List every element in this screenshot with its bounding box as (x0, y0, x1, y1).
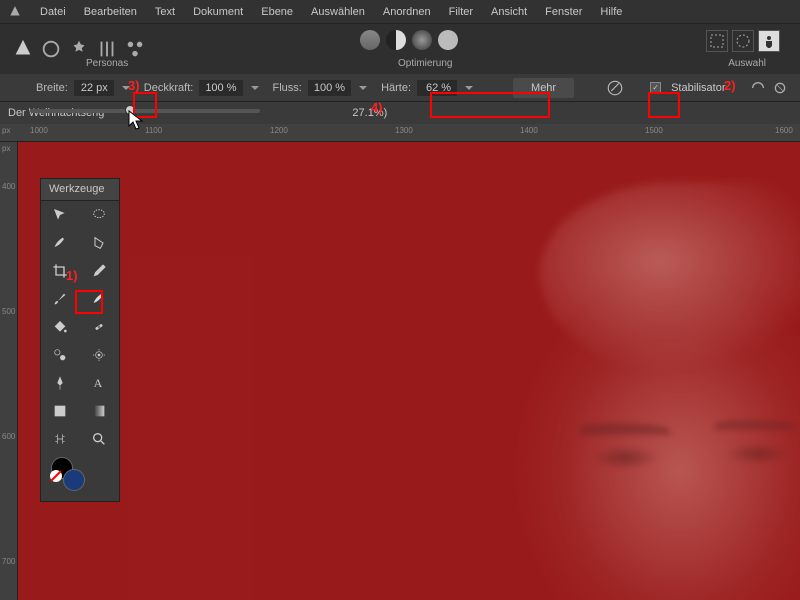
persona-liquify-icon[interactable] (40, 38, 62, 60)
view-tool-icon[interactable] (41, 425, 79, 453)
menu-ansicht[interactable]: Ansicht (491, 6, 527, 18)
menu-bar: Datei Bearbeiten Text Dokument Ebene Aus… (0, 0, 800, 24)
selection-marquee-icon[interactable] (706, 30, 728, 52)
document-zoom: 27.1%) (352, 107, 387, 119)
app-logo-icon (8, 5, 22, 19)
auswahl-section-label: Auswahl (728, 58, 766, 69)
persona-toolbar: Personas Optimierung Auswahl (0, 24, 800, 74)
mehr-button[interactable]: Mehr (513, 78, 574, 98)
persona-photo-icon[interactable] (12, 38, 34, 60)
deckkraft-dropdown-icon[interactable] (251, 86, 259, 90)
text-tool-icon[interactable]: A (80, 369, 118, 397)
opt-icon-4[interactable] (438, 30, 458, 50)
heal-brush-tool-icon[interactable] (80, 313, 118, 341)
tools-panel-header[interactable]: Werkzeuge (41, 179, 119, 201)
menu-auswaehlen[interactable]: Auswählen (311, 6, 365, 18)
clone-tool-icon[interactable] (41, 341, 79, 369)
selection-brush-tool-icon[interactable] (41, 229, 79, 257)
shape-tool-icon[interactable] (41, 397, 79, 425)
menu-ebene[interactable]: Ebene (261, 6, 293, 18)
fill-tool-icon[interactable] (41, 313, 79, 341)
crop-tool-icon[interactable] (41, 257, 79, 285)
breite-value[interactable]: 22 px (74, 80, 114, 96)
breite-dropdown-icon[interactable] (122, 86, 130, 90)
rope-stabilizer-icon[interactable] (750, 80, 766, 96)
menu-datei[interactable]: Datei (40, 6, 66, 18)
window-stabilizer-icon[interactable] (772, 80, 788, 96)
menu-text[interactable]: Text (155, 6, 175, 18)
deckkraft-value[interactable]: 100 % (199, 80, 242, 96)
menu-dokument[interactable]: Dokument (193, 6, 243, 18)
ruler-horizontal: px 1000 1100 1200 1300 1400 1500 1600 (0, 124, 800, 142)
opt-icon-2[interactable] (386, 30, 406, 50)
gradient-tool-icon[interactable] (80, 397, 118, 425)
background-color-well[interactable] (63, 469, 85, 491)
menu-anordnen[interactable]: Anordnen (383, 6, 431, 18)
svg-text:A: A (94, 376, 103, 390)
personas-section-label: Personas (86, 58, 128, 69)
move-tool-icon[interactable] (41, 201, 79, 229)
deckkraft-label: Deckkraft: (144, 82, 194, 94)
document-bar: Der Weihnachtseng 27.1%) (0, 102, 800, 124)
tools-panel: Werkzeuge A (40, 178, 120, 502)
menu-filter[interactable]: Filter (449, 6, 473, 18)
canvas-mask-overlay (18, 142, 800, 600)
force-pressure-icon[interactable] (604, 77, 626, 99)
persona-export-icon[interactable] (124, 38, 146, 60)
zoom-tool-icon[interactable] (80, 425, 118, 453)
persona-develop-icon[interactable] (68, 38, 90, 60)
fluss-dropdown-icon[interactable] (359, 86, 367, 90)
opt-icon-1[interactable] (360, 30, 380, 50)
lasso-tool-icon[interactable] (80, 201, 118, 229)
mouse-cursor-icon (128, 110, 146, 132)
erase-brush-tool-icon[interactable] (80, 285, 118, 313)
haerte-label: Härte: (381, 82, 411, 94)
haerte-dropdown-icon[interactable] (465, 86, 473, 90)
haerte-value[interactable]: 62 % (417, 80, 457, 96)
no-color-icon[interactable] (49, 469, 63, 483)
pen-tool-icon[interactable] (41, 369, 79, 397)
context-toolbar: Breite: 22 px Deckkraft: 100 % Fluss: 10… (0, 74, 800, 102)
menu-bearbeiten[interactable]: Bearbeiten (84, 6, 137, 18)
paint-brush-tool-icon[interactable] (41, 285, 79, 313)
breite-label: Breite: (36, 82, 68, 94)
persona-tone-icon[interactable] (96, 38, 118, 60)
selection-circle-icon[interactable] (732, 30, 754, 52)
selection-man-icon[interactable] (758, 30, 780, 52)
flood-select-tool-icon[interactable] (80, 229, 118, 257)
color-wells[interactable] (41, 453, 119, 493)
menu-hilfe[interactable]: Hilfe (600, 6, 622, 18)
fluss-value[interactable]: 100 % (308, 80, 351, 96)
fluss-label: Fluss: (273, 82, 302, 94)
opt-icon-3[interactable] (412, 30, 432, 50)
ruler-vertical: px 400 500 600 700 (0, 142, 18, 600)
optimierung-section-label: Optimierung (398, 58, 452, 69)
dodge-tool-icon[interactable] (80, 341, 118, 369)
stabilisator-checkbox[interactable]: ✓ (650, 82, 661, 93)
menu-fenster[interactable]: Fenster (545, 6, 582, 18)
stabilisator-label: Stabilisator (671, 82, 725, 94)
canvas-area[interactable] (18, 142, 800, 600)
color-picker-tool-icon[interactable] (80, 257, 118, 285)
